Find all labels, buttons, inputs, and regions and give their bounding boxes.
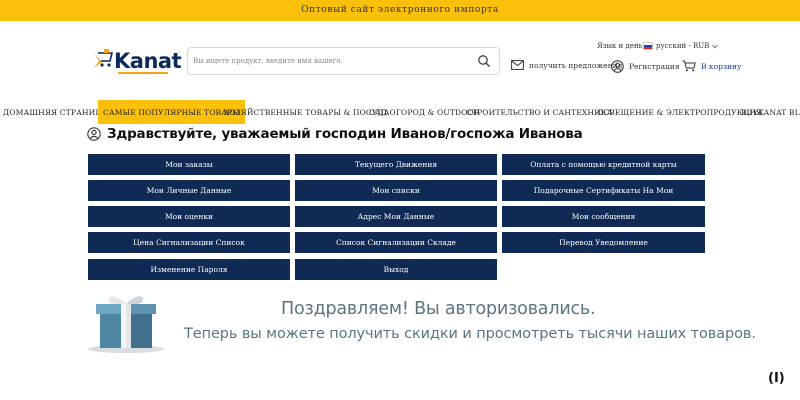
greeting-text: Здравствуйте, уважаемый господин Иванов/…: [107, 126, 583, 142]
get-offers-label: получить предложения: [529, 60, 623, 70]
nav-item-home[interactable]: ДОМАШНЯЯ СТРАНИЦА: [3, 100, 108, 124]
announcement-bar: Оптовый сайт электронного импорта: [0, 0, 800, 21]
search-input[interactable]: [193, 52, 463, 70]
search-icon[interactable]: [477, 54, 491, 68]
gift-box-icon: [88, 296, 164, 353]
cart-icon: [682, 60, 696, 72]
logout-button[interactable]: Выход: [295, 259, 497, 280]
nav-item-popular[interactable]: САМЫЕ ПОПУЛЯРНЫЕ ТОВАРЫ: [98, 100, 245, 124]
announcement-text: Оптовый сайт электронного импорта: [301, 5, 499, 15]
nav-item-garden[interactable]: САД ОГОРОД & OUTDOOR: [369, 100, 480, 124]
nav-item-lighting[interactable]: ОСВЕЩЕНИЕ & ЭЛЕКТРОПРОДУКЦИЯ: [597, 100, 762, 124]
address-data-button[interactable]: Адрес Мои Данные: [295, 206, 497, 227]
register-label: Регистрация: [629, 62, 680, 71]
change-password-button[interactable]: Изменение Пароля: [88, 259, 290, 280]
logo-text: Kanat: [114, 49, 182, 73]
price-alert-list-button[interactable]: Цена Сигнализации Список: [88, 232, 290, 253]
register-link[interactable]: Регистрация: [611, 60, 680, 73]
my-messages-button[interactable]: Мои сообщения: [502, 206, 705, 227]
greeting: Здравствуйте, уважаемый господин Иванов/…: [87, 126, 583, 142]
chevron-down-icon: [712, 44, 719, 48]
transfer-notification-button[interactable]: Перевод Уведомление: [502, 232, 705, 253]
main-navigation: ДОМАШНЯЯ СТРАНИЦА САМЫЕ ПОПУЛЯРНЫЕ ТОВАР…: [0, 100, 800, 124]
personal-data-button[interactable]: Мои Личные Данные: [88, 180, 290, 201]
current-movement-button[interactable]: Текущего Движения: [295, 154, 497, 175]
promo-headline: Поздравляем! Вы авторизовались.: [281, 299, 596, 319]
user-icon: [87, 127, 101, 141]
user-icon: [611, 60, 624, 73]
search-box: [187, 47, 500, 75]
cart-label: В корзину: [701, 61, 742, 71]
nav-item-construction[interactable]: СТРОИТЕЛЬСТВО И САНТЕХНИКА: [466, 100, 613, 124]
gift-certificates-button[interactable]: Подарочные Сертификаты На Мои: [502, 180, 705, 201]
envelope-icon: [511, 60, 524, 70]
nav-item-blog[interactable]: BUYKANAT BLOG: [741, 100, 800, 124]
nav-item-household[interactable]: ХОЗЯЙСТВЕННЫЕ ТОВАРЫ & ПОСУДА: [224, 100, 390, 124]
credit-card-payment-button[interactable]: Оплата с помощью кредитной карты: [502, 154, 705, 175]
corner-label: (I): [768, 371, 785, 386]
russia-flag-icon: [643, 42, 653, 50]
logo-underline: [118, 72, 168, 74]
get-offers-link[interactable]: получить предложения: [511, 60, 622, 70]
my-orders-button[interactable]: Мои заказы: [88, 154, 290, 175]
promo-subline: Теперь вы можете получить скидки и просм…: [184, 326, 756, 342]
my-ratings-button[interactable]: Мои оценки: [88, 206, 290, 227]
language-value: русский - RUB: [656, 42, 710, 50]
my-lists-button[interactable]: Мои списки: [295, 180, 497, 201]
site-logo[interactable]: Kanat: [92, 46, 182, 78]
cart-link[interactable]: В корзину: [682, 60, 741, 72]
stock-alert-list-button[interactable]: Список Сигнализации Складе: [295, 232, 497, 253]
language-currency-select[interactable]: русский - RUB: [643, 42, 719, 50]
